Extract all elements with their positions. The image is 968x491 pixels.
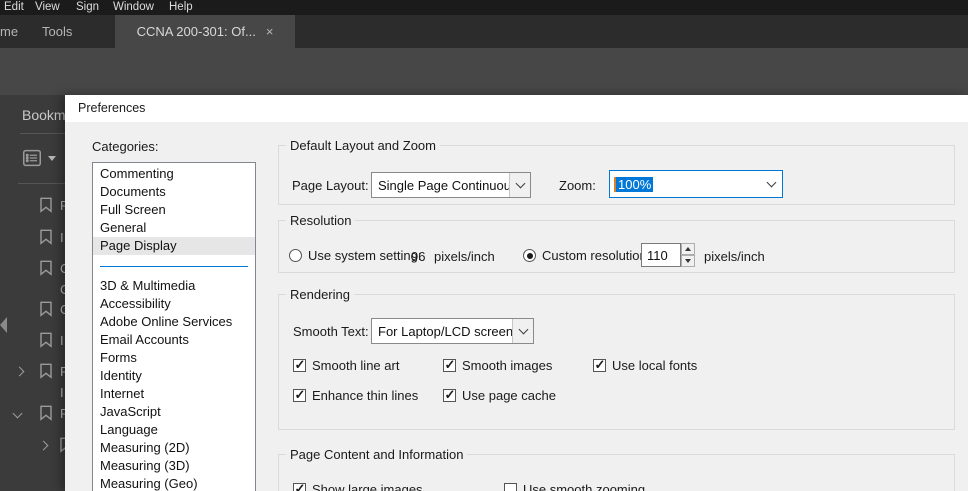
menu-bar: Edit View Sign Window Help: [0, 0, 968, 15]
bookmark-item[interactable]: C: [0, 258, 65, 280]
checkbox-show-large-images[interactable]: Show large images: [293, 481, 423, 491]
group-legend: Page Content and Information: [290, 447, 464, 462]
bookmark-item[interactable]: P: [0, 361, 65, 383]
spin-down-button[interactable]: [681, 255, 695, 267]
group-page-content: Page Content and Information Show large …: [278, 447, 955, 491]
bookmark-icon: [40, 405, 52, 421]
category-item[interactable]: Commenting: [93, 165, 255, 183]
panel-divider: [20, 133, 65, 134]
radio-use-system-setting[interactable]: Use system setting:: [289, 248, 421, 263]
custom-resolution-unit: pixels/inch: [704, 249, 765, 264]
bookmark-icon: [40, 197, 52, 213]
acrobat-window: Edit View Sign Window Help me Tools CCNA…: [0, 0, 968, 491]
panel-collapse-icon[interactable]: [0, 317, 7, 333]
bookmark-item[interactable]: I: [0, 330, 65, 352]
preferences-dialog: Preferences Categories: Commenting Docum…: [65, 95, 968, 491]
group-legend: Rendering: [290, 287, 350, 302]
bookmark-icon: [40, 260, 52, 276]
category-item[interactable]: Identity: [93, 367, 255, 385]
close-icon[interactable]: ×: [266, 25, 274, 38]
system-resolution-value: 96: [411, 249, 426, 264]
category-item[interactable]: General: [93, 219, 255, 237]
smooth-text-select[interactable]: For Laptop/LCD screens: [371, 318, 534, 344]
radio-custom-resolution[interactable]: Custom resolution:: [523, 248, 650, 263]
category-item[interactable]: Measuring (2D): [93, 439, 255, 457]
category-item[interactable]: Measuring (3D): [93, 457, 255, 475]
menu-help[interactable]: Help: [165, 0, 197, 15]
group-legend: Resolution: [290, 213, 352, 228]
bookmark-item[interactable]: [0, 435, 65, 457]
smooth-text-label: Smooth Text:: [293, 324, 369, 339]
bookmark-item[interactable]: C: [0, 299, 65, 321]
bookmark-item[interactable]: P: [0, 403, 65, 425]
checkbox-use-page-cache[interactable]: Use page cache: [443, 387, 556, 403]
bookmark-item-wrap-line: C: [60, 282, 65, 297]
options-caret-icon: [48, 155, 56, 161]
category-item[interactable]: Measuring (Geo): [93, 475, 255, 491]
chevron-down-icon[interactable]: [12, 408, 23, 419]
category-item[interactable]: Forms: [93, 349, 255, 367]
page-layout-label: Page Layout:: [292, 178, 369, 193]
bookmark-item-wrap-line: I: [60, 385, 64, 400]
custom-resolution-spinner: [681, 243, 695, 267]
category-item-selected[interactable]: Page Display: [93, 237, 255, 255]
checkbox-enhance-thin-lines[interactable]: Enhance thin lines: [293, 387, 418, 403]
tab-tools[interactable]: Tools: [42, 15, 92, 48]
document-tab-title: CCNA 200-301: Of...: [136, 24, 256, 39]
checkbox-smooth-line-art[interactable]: Smooth line art: [293, 357, 399, 373]
category-item[interactable]: Adobe Online Services: [93, 313, 255, 331]
tab-document[interactable]: CCNA 200-301: Of... ×: [115, 15, 295, 48]
bookmark-icon: [60, 437, 65, 453]
category-item[interactable]: Accessibility: [93, 295, 255, 313]
categories-label: Categories:: [92, 139, 159, 154]
bookmarks-options-button[interactable]: [20, 145, 60, 171]
menu-edit[interactable]: Edit: [0, 0, 28, 15]
bookmarks-options-icon: [23, 149, 41, 167]
category-separator: [93, 255, 255, 277]
bookmark-item[interactable]: P: [0, 195, 65, 217]
chevron-right-icon[interactable]: [14, 366, 25, 377]
main-toolbar: (248 of 717) 83.3%: [0, 48, 968, 136]
tab-home-truncated[interactable]: me: [0, 15, 24, 48]
page-layout-select[interactable]: Single Page Continuous: [371, 172, 531, 198]
dialog-title: Preferences: [78, 101, 146, 115]
category-item[interactable]: Email Accounts: [93, 331, 255, 349]
bookmark-icon: [40, 332, 52, 348]
tab-bar: me Tools CCNA 200-301: Of... ×: [0, 15, 968, 48]
menu-window[interactable]: Window: [109, 0, 158, 15]
menu-view[interactable]: View: [31, 0, 64, 15]
chevron-down-icon[interactable]: [509, 173, 530, 197]
category-item[interactable]: Internet: [93, 385, 255, 403]
checkbox-use-local-fonts[interactable]: Use local fonts: [593, 357, 697, 373]
group-default-layout-zoom: Default Layout and Zoom Page Layout: Sin…: [278, 138, 955, 205]
group-legend: Default Layout and Zoom: [290, 138, 436, 153]
spin-up-button[interactable]: [681, 243, 695, 255]
dialog-titlebar: Preferences: [65, 95, 968, 122]
system-resolution-unit: pixels/inch: [434, 249, 495, 264]
bookmark-icon: [40, 301, 52, 317]
chevron-right-icon[interactable]: [38, 440, 49, 451]
category-item[interactable]: Documents: [93, 183, 255, 201]
custom-resolution-input[interactable]: [641, 243, 681, 267]
bookmarks-panel-title: Bookm: [22, 107, 65, 123]
category-item[interactable]: JavaScript: [93, 403, 255, 421]
category-item[interactable]: 3D & Multimedia: [93, 277, 255, 295]
zoom-label: Zoom:: [559, 178, 596, 193]
panel-divider: [18, 183, 65, 184]
categories-listbox: Commenting Documents Full Screen General…: [92, 162, 256, 491]
menu-sign[interactable]: Sign: [72, 0, 103, 15]
category-item[interactable]: Language: [93, 421, 255, 439]
category-item[interactable]: Full Screen: [93, 201, 255, 219]
chevron-down-icon[interactable]: [512, 319, 533, 343]
bookmark-icon: [40, 363, 52, 379]
zoom-select[interactable]: 100%: [609, 170, 783, 198]
checkbox-use-smooth-zooming[interactable]: Use smooth zooming: [504, 482, 645, 491]
bookmarks-panel: Bookm P I C C C I P I P: [0, 95, 65, 491]
bookmark-icon: [40, 229, 52, 245]
checkbox-smooth-images[interactable]: Smooth images: [443, 357, 552, 373]
chevron-down-icon[interactable]: [761, 171, 782, 197]
group-rendering: Rendering Smooth Text: For Laptop/LCD sc…: [278, 287, 955, 430]
bookmark-item[interactable]: I: [0, 227, 65, 249]
group-resolution: Resolution Use system setting: 96 pixels…: [278, 213, 955, 273]
